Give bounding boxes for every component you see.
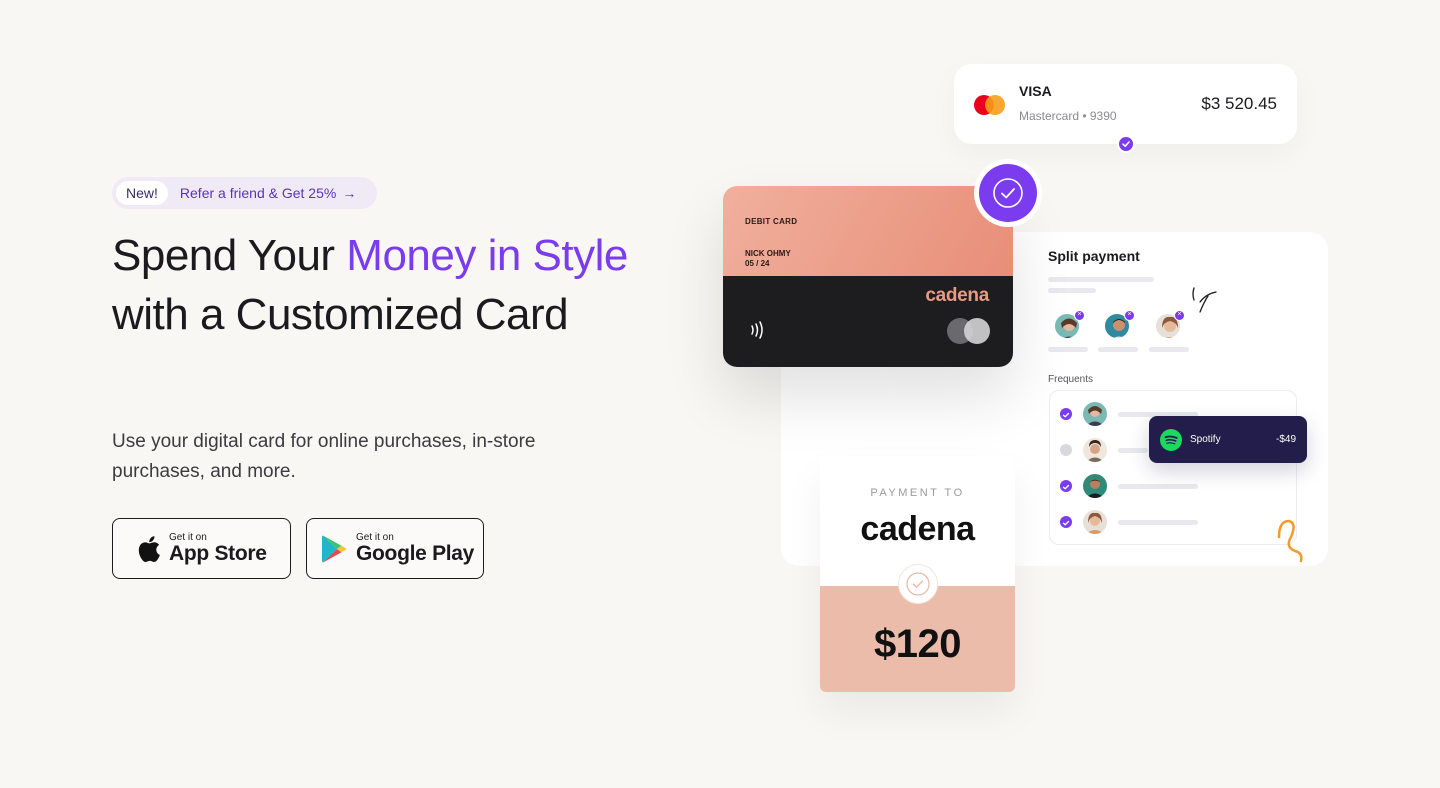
card-brand-logo: cadena bbox=[925, 285, 989, 306]
google-play-label: Google Play bbox=[356, 542, 475, 565]
hero-title-part2: with a Customized Card bbox=[112, 290, 569, 339]
skeleton-line bbox=[1118, 484, 1198, 489]
card-holder-name: NICK OHMY bbox=[745, 249, 791, 258]
card-expiry: 05 / 24 bbox=[745, 259, 770, 268]
spotify-icon bbox=[1160, 428, 1182, 451]
skeleton-line bbox=[1048, 288, 1096, 293]
spotify-name: Spotify bbox=[1190, 434, 1221, 445]
check-icon[interactable] bbox=[1060, 516, 1072, 528]
avatar bbox=[1083, 438, 1107, 462]
check-icon bbox=[898, 564, 938, 604]
hero-subtitle: Use your digital card for online purchas… bbox=[112, 431, 536, 482]
payment-amount: $120 bbox=[874, 622, 961, 666]
hero-title-accent: Money in Style bbox=[346, 231, 628, 280]
skeleton-line bbox=[1098, 347, 1138, 352]
mastercard-icon bbox=[974, 95, 1006, 115]
promo-link-text: Refer a friend & Get 25% bbox=[179, 185, 337, 201]
card-detail: Mastercard • 9390 bbox=[1019, 109, 1117, 123]
google-play-button[interactable]: Get it on Google Play bbox=[306, 518, 484, 579]
squiggle-doodle bbox=[1277, 519, 1303, 563]
visa-account-card[interactable]: VISA Mastercard • 9390 $3 520.45 bbox=[954, 64, 1297, 144]
payment-to-label: PAYMENT TO bbox=[870, 487, 965, 499]
payment-brand: cadena bbox=[860, 510, 975, 548]
doodle-icon bbox=[1192, 287, 1217, 313]
frequents-label: Frequents bbox=[1048, 374, 1094, 385]
skeleton-line bbox=[1048, 347, 1088, 352]
debit-card-label: DEBIT CARD bbox=[745, 217, 798, 226]
check-icon[interactable] bbox=[1060, 480, 1072, 492]
check-icon[interactable] bbox=[1060, 408, 1072, 420]
promo-pill[interactable]: New! Refer a friend & Get 25% → bbox=[112, 177, 377, 209]
card-name: VISA bbox=[1019, 83, 1052, 99]
avatar bbox=[1083, 510, 1107, 534]
close-icon[interactable]: × bbox=[1074, 310, 1085, 321]
mastercard-icon bbox=[947, 318, 991, 344]
skeleton-line bbox=[1118, 448, 1148, 453]
close-icon[interactable]: × bbox=[1174, 310, 1185, 321]
app-store-button[interactable]: Get it on App Store bbox=[112, 518, 291, 579]
hero-title: Spend Your Money in Style with a Customi… bbox=[112, 226, 632, 344]
nfc-icon bbox=[751, 321, 763, 339]
skeleton-line bbox=[1118, 520, 1198, 525]
avatar bbox=[1083, 402, 1107, 426]
debit-card[interactable]: DEBIT CARD NICK OHMY 05 / 24 cadena bbox=[723, 186, 1013, 367]
check-icon bbox=[1117, 135, 1135, 153]
apple-icon bbox=[133, 533, 163, 565]
arrow-right-icon: → bbox=[342, 185, 357, 201]
new-badge: New! bbox=[116, 181, 168, 205]
spotify-amount: -$49 bbox=[1275, 434, 1296, 445]
card-balance: $3 520.45 bbox=[1201, 94, 1277, 113]
google-play-icon bbox=[320, 533, 350, 565]
spotify-transaction-toast[interactable]: Spotify -$49 bbox=[1149, 416, 1307, 463]
split-payment-title: Split payment bbox=[1048, 248, 1140, 264]
skeleton-line bbox=[1149, 347, 1189, 352]
hero-title-part1: Spend Your bbox=[112, 231, 347, 280]
unchecked-icon[interactable] bbox=[1060, 444, 1072, 456]
skeleton-line bbox=[1048, 277, 1154, 282]
close-icon[interactable]: × bbox=[1124, 310, 1135, 321]
card-holder: NICK OHMY 05 / 24 bbox=[745, 249, 791, 269]
app-store-label: App Store bbox=[169, 542, 267, 565]
avatar bbox=[1083, 474, 1107, 498]
check-icon bbox=[979, 164, 1037, 222]
